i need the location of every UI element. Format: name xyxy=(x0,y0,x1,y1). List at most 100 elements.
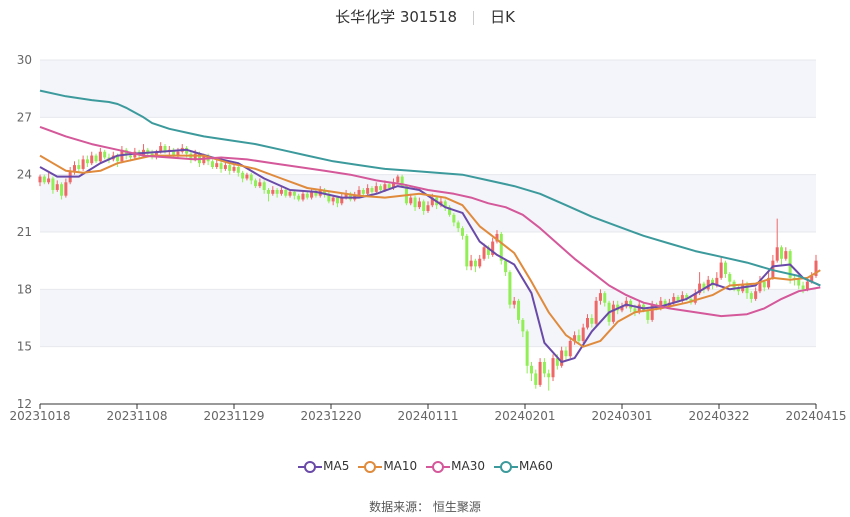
candle-body xyxy=(538,361,542,385)
legend-marker xyxy=(298,460,323,473)
candle-body xyxy=(775,247,779,261)
candle-body xyxy=(42,176,46,183)
candle xyxy=(784,247,788,261)
candle-body xyxy=(379,186,383,190)
candle-body xyxy=(581,327,585,341)
candle-body xyxy=(301,193,305,200)
candle-body xyxy=(210,161,214,168)
candle-body xyxy=(223,165,227,169)
candle-body xyxy=(383,184,387,190)
source-note: 数据来源： 恒生聚源 xyxy=(0,498,850,515)
candle-body xyxy=(586,318,590,328)
candle xyxy=(538,358,542,387)
grid-band xyxy=(40,60,816,118)
candle-body xyxy=(215,163,219,168)
candle-body xyxy=(611,304,615,322)
candle-body xyxy=(55,184,59,190)
x-tick-label: 20240415 xyxy=(785,409,846,423)
candle-body xyxy=(784,251,788,259)
candle xyxy=(94,153,98,164)
legend-label: MA10 xyxy=(383,459,418,474)
candle-body xyxy=(103,151,107,158)
legend-item-ma60[interactable]: MA60 xyxy=(493,459,553,474)
y-tick-label: 15 xyxy=(17,340,32,354)
candle-body xyxy=(288,191,292,196)
y-tick-label: 18 xyxy=(17,282,32,296)
candle-body xyxy=(801,285,805,290)
candle-body xyxy=(249,174,253,181)
candle xyxy=(85,155,89,168)
candle-body xyxy=(310,191,314,198)
candle-body xyxy=(603,293,607,303)
candle-body xyxy=(374,186,378,192)
candle xyxy=(529,361,533,382)
candle-body xyxy=(60,184,64,196)
candle-body xyxy=(551,358,555,378)
candle-body xyxy=(517,300,521,320)
candle-body xyxy=(452,214,456,223)
candle-body xyxy=(232,167,236,171)
legend-label: MA60 xyxy=(519,459,553,474)
legend-label: MA30 xyxy=(451,459,486,474)
candle-body xyxy=(228,165,232,171)
candle xyxy=(219,161,223,173)
candle-body xyxy=(241,172,245,179)
candle-body xyxy=(529,365,533,374)
candle-body xyxy=(245,174,249,179)
candle xyxy=(103,149,107,160)
x-tick-label: 20231108 xyxy=(106,409,167,423)
candle xyxy=(723,260,727,278)
candle-body xyxy=(413,197,417,208)
x-axis: 20231018 20231108 20231129 20231220 20240111… xyxy=(9,403,847,423)
candle-body xyxy=(98,151,102,162)
candle-body xyxy=(512,300,516,305)
source-value: 恒生聚源 xyxy=(432,500,481,514)
candle xyxy=(491,237,495,257)
candle xyxy=(180,144,184,154)
candle xyxy=(473,258,477,273)
legend-item-ma10[interactable]: MA10 xyxy=(357,459,417,474)
x-tick-label: 20231129 xyxy=(203,409,264,423)
candle-body xyxy=(297,195,301,200)
legend-item-ma5[interactable]: MA5 xyxy=(297,459,349,474)
candle xyxy=(210,159,214,169)
candle xyxy=(560,346,564,368)
candle-body xyxy=(754,291,758,299)
candle-body xyxy=(508,272,512,305)
candle-body xyxy=(335,197,339,204)
candle-body xyxy=(72,165,76,171)
candle-body xyxy=(780,247,784,259)
y-tick-label: 27 xyxy=(17,110,32,124)
candle-body xyxy=(275,189,279,194)
candle xyxy=(525,329,529,374)
candle-body xyxy=(646,310,650,320)
candle-body xyxy=(547,373,551,378)
x-tick-label: 20231220 xyxy=(300,409,361,423)
candle xyxy=(478,254,482,269)
candle-body xyxy=(797,279,801,286)
candle-body xyxy=(525,331,529,366)
y-tick-label: 21 xyxy=(17,225,32,239)
candle-body xyxy=(81,159,85,169)
candle-body xyxy=(236,167,240,173)
candle-body xyxy=(577,335,581,341)
candle xyxy=(767,272,771,290)
candle-body xyxy=(723,262,727,275)
candle-body xyxy=(64,182,68,196)
candle-body xyxy=(542,361,546,374)
candle xyxy=(547,369,551,391)
x-tick-label: 20240322 xyxy=(688,409,749,423)
candle-body xyxy=(504,260,508,273)
candle-body xyxy=(456,222,460,229)
candle-body xyxy=(266,189,270,194)
legend-item-ma30[interactable]: MA30 xyxy=(425,459,485,474)
x-tick-label: 20240111 xyxy=(397,409,458,423)
candle-body xyxy=(219,163,223,169)
candle-body xyxy=(94,155,98,162)
candle xyxy=(508,270,512,309)
x-tick-label: 20240301 xyxy=(591,409,652,423)
candle-body xyxy=(279,189,283,194)
y-tick-label: 24 xyxy=(17,168,32,182)
candle-body xyxy=(38,176,42,183)
candle xyxy=(564,346,568,361)
